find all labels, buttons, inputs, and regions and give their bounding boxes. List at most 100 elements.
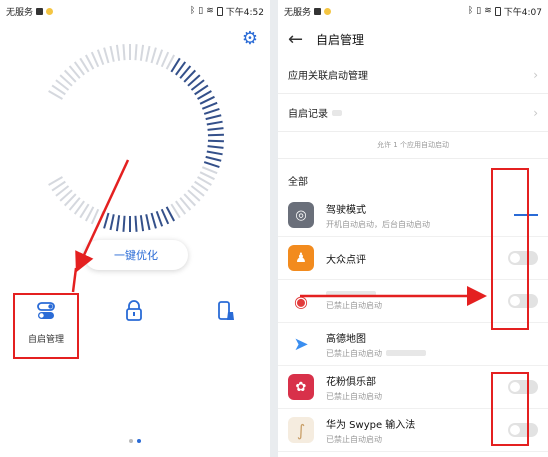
app-name: 高德地图 (326, 333, 366, 345)
notification-icon (324, 7, 332, 15)
sim-icon (36, 7, 44, 15)
dial-tick (96, 49, 105, 66)
allowed-count-hint: 允许 1 个应用自动启动 (278, 132, 548, 159)
app-status: 已禁止自动启动 (326, 434, 382, 444)
carrier-text: 无服务 (6, 7, 34, 18)
notification-icon (46, 7, 54, 15)
dial-tick (103, 47, 110, 64)
app-name: 华为 Swype 输入法 (326, 419, 416, 431)
app-lock-item[interactable] (104, 300, 164, 322)
phone-clean-icon (218, 301, 234, 320)
settings-gear-icon[interactable]: ⚙ (242, 28, 258, 49)
dial-tick (134, 44, 138, 61)
app-name: 大众点评 (326, 254, 366, 266)
highlight-box-startup (13, 293, 79, 359)
dial-tick (150, 47, 157, 64)
highlight-box-toggles-bottom (491, 372, 529, 446)
page-dot (129, 439, 133, 443)
status-bar: 无服务 ᛒ ▯ ≋ 下午4:07 (278, 0, 548, 22)
dial-tick (206, 120, 223, 126)
dial-tick (84, 54, 95, 70)
app-status: 已禁止自动启动 (326, 301, 382, 310)
dial-tick (145, 45, 151, 62)
left-phone-screen: 无服务 ᛒ ▯ ≋ 下午4:52 ⚙ 一键优化 自启管理 (0, 0, 270, 457)
page-title: 自启管理 (316, 32, 365, 47)
title-bar: ← 自启管理 (278, 22, 548, 56)
dianping-icon: ♟ (288, 245, 314, 271)
chevron-right-icon: › (533, 67, 538, 82)
dial-tick (207, 145, 224, 149)
huawei-club-icon: ✿ (288, 374, 314, 400)
dial-tick (203, 161, 220, 168)
dial-tick (96, 210, 105, 227)
dial-tick (122, 215, 126, 232)
bluetooth-icon: ᛒ (189, 6, 196, 16)
dial-tick (90, 208, 100, 225)
highlight-box-toggles-top (491, 168, 529, 330)
dial-tick (122, 44, 126, 61)
dial-tick (206, 150, 223, 156)
optimization-dial (48, 44, 224, 232)
dial-tick (115, 215, 121, 232)
back-arrow-icon[interactable]: ← (288, 29, 316, 50)
associated-launch-label: 应用关联启动管理 (288, 71, 368, 82)
status-bar: 无服务 ᛒ ▯ ≋ 下午4:52 (0, 0, 270, 22)
dial-tick (84, 206, 95, 222)
chevron-right-icon: › (533, 105, 538, 120)
page-dot-active (137, 439, 141, 443)
clock-text: 下午4:52 (225, 7, 264, 18)
blurred-app-name (326, 291, 376, 297)
app-name: 驾驶模式 (326, 204, 366, 216)
dial-tick (139, 44, 145, 61)
app-name: 花粉俱乐部 (326, 376, 376, 388)
dial-tick (109, 214, 115, 231)
steering-wheel-icon: ◎ (288, 202, 314, 228)
amap-icon: ➤ (288, 331, 314, 357)
dial-tick (165, 206, 176, 222)
dial-tick (160, 51, 170, 68)
netease-music-icon: ◉ (288, 288, 314, 314)
dial-tick (199, 171, 215, 181)
dial-tick (203, 108, 220, 115)
battery-icon (216, 6, 223, 16)
vibrate-icon: ▯ (198, 6, 204, 16)
bluetooth-icon: ᛒ (467, 6, 474, 16)
lock-icon (126, 300, 142, 321)
sim-icon (314, 7, 322, 15)
dial-tick (205, 114, 222, 121)
dial-tick (90, 51, 100, 68)
blurred-text (386, 350, 426, 356)
dial-tick (155, 49, 164, 66)
battery-icon (494, 6, 501, 16)
dial-tick (207, 127, 224, 131)
app-status: 已禁止自动启动 (326, 391, 382, 401)
phone-clean-item[interactable] (196, 300, 256, 322)
carrier-text: 无服务 (284, 7, 312, 18)
page-indicator (129, 439, 141, 443)
dial-tick (165, 54, 176, 70)
dial-tick (205, 155, 222, 162)
dial-tick (139, 215, 145, 232)
dial-tick (207, 139, 224, 143)
dial-tick (109, 45, 115, 62)
app-status: 开机自动启动，后台自动启动 (326, 219, 430, 229)
dial-tick (160, 208, 170, 225)
startup-records-row[interactable]: 自启记录 › (278, 94, 548, 132)
one-click-optimize-button[interactable]: 一键优化 (84, 240, 188, 270)
dial-tick (201, 166, 218, 175)
wifi-icon: ≋ (206, 6, 214, 16)
dial-tick (199, 95, 215, 105)
dial-tick (207, 133, 224, 137)
dial-tick (201, 101, 218, 110)
dial-tick (134, 215, 138, 232)
app-status: 已禁止自动启动 (326, 348, 382, 358)
dial-tick (145, 214, 151, 231)
screen-divider (270, 0, 278, 457)
dial-tick (115, 44, 121, 61)
swype-icon: ∫ (288, 417, 314, 443)
dial-tick (150, 212, 157, 229)
dial-tick (103, 212, 110, 229)
vibrate-icon: ▯ (476, 6, 482, 16)
associated-launch-row[interactable]: 应用关联启动管理 › (278, 56, 548, 94)
clock-text: 下午4:07 (503, 7, 542, 18)
